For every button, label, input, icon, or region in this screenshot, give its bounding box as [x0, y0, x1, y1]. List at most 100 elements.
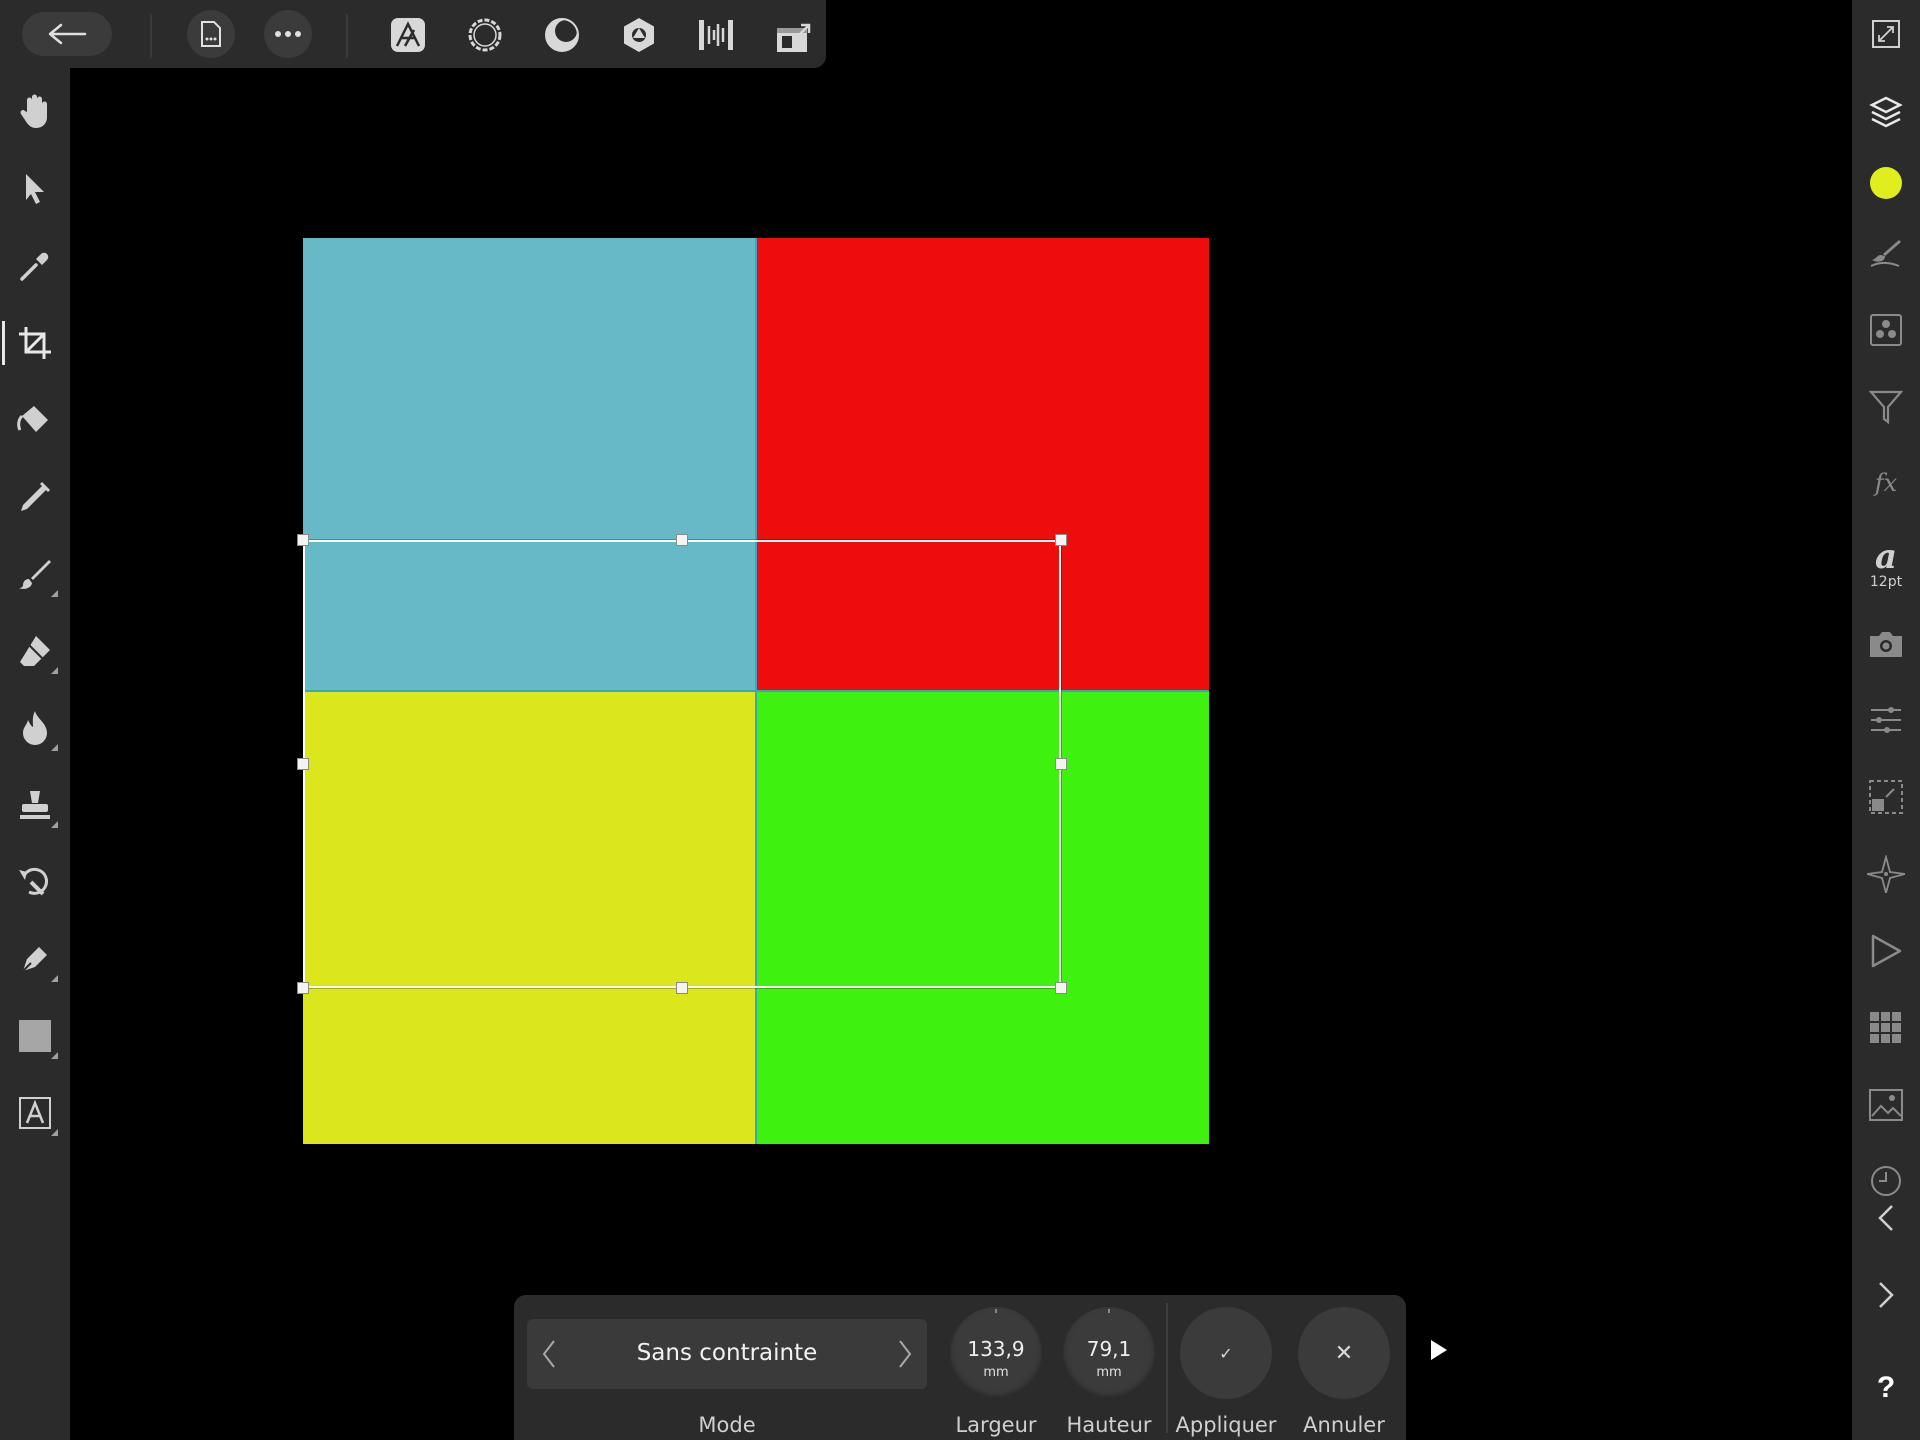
width-unit: mm	[983, 1365, 1009, 1380]
move-tool[interactable]	[8, 162, 62, 216]
document-button[interactable]	[187, 10, 235, 58]
crop-handle-bottom-right[interactable]	[1055, 982, 1067, 994]
images-button[interactable]	[1859, 1078, 1913, 1132]
more-button[interactable]	[264, 10, 312, 58]
macros-button[interactable]	[1859, 924, 1913, 978]
back-button[interactable]	[22, 12, 112, 56]
tone-mapping-persona-button[interactable]	[618, 14, 660, 56]
selection-icon	[1869, 780, 1903, 814]
effects-button[interactable]: fx	[1859, 457, 1913, 511]
snapping-button[interactable]	[1859, 1001, 1913, 1055]
compass-icon	[1867, 855, 1905, 893]
shape-tool[interactable]	[8, 1009, 62, 1063]
height-unit: mm	[1096, 1365, 1122, 1380]
undo-brush-tool[interactable]	[8, 855, 62, 909]
crop-context-toolbar: Sans contrainte Mode 133,9 mm Largeur 79…	[514, 1295, 1406, 1440]
dial-tick	[1108, 1309, 1110, 1313]
navigator-button[interactable]	[1859, 847, 1913, 901]
artistic-text-icon	[19, 1097, 51, 1129]
checkmark-icon: ✓	[1219, 1343, 1233, 1363]
selection-button[interactable]	[1859, 770, 1913, 824]
flood-fill-tool[interactable]	[8, 393, 62, 447]
fx-icon: fx	[1873, 469, 1898, 497]
more-dots-icon	[275, 31, 301, 37]
photo-persona-button[interactable]	[387, 14, 429, 56]
chevron-left-icon	[542, 1340, 555, 1368]
pen-nib-icon	[22, 947, 47, 972]
auto-arrange-button[interactable]	[772, 14, 814, 56]
crop-handle-top-right[interactable]	[1055, 534, 1067, 546]
pointer-arrow-icon	[26, 174, 44, 204]
help-icon: ?	[1876, 1371, 1896, 1404]
collapse-panel-left-button[interactable]	[1859, 1191, 1913, 1245]
mode-next-button[interactable]	[891, 1337, 919, 1371]
back-arrow-icon	[48, 23, 87, 45]
brush-stroke-icon	[1870, 240, 1901, 267]
width-label: Largeur	[955, 1413, 1037, 1437]
adjustments-button[interactable]	[1859, 380, 1913, 434]
cancel-button[interactable]: ✕	[1298, 1307, 1390, 1399]
mode-label: Mode	[698, 1413, 756, 1437]
submenu-indicator	[51, 1129, 58, 1136]
text-style-icon: a	[1875, 538, 1897, 572]
width-dial[interactable]: 133,9 mm	[950, 1307, 1042, 1399]
tools-panel	[0, 68, 70, 1440]
undo-brush-icon	[19, 867, 48, 896]
hand-tool[interactable]	[8, 84, 62, 138]
crop-handle-bottom-left[interactable]	[297, 982, 309, 994]
svg-text:fx: fx	[1873, 469, 1898, 497]
channels-button[interactable]	[1859, 303, 1913, 357]
fullscreen-button[interactable]	[1859, 7, 1913, 61]
crop-handle-left[interactable]	[297, 758, 309, 770]
eyedropper-tool[interactable]	[8, 239, 62, 293]
gradient-tool[interactable]	[8, 470, 62, 524]
crop-mode-selector[interactable]: Sans contrainte	[527, 1319, 927, 1389]
crop-handle-bottom[interactable]	[676, 982, 688, 994]
height-value: 79,1	[1086, 1337, 1132, 1361]
toolbar-divider	[346, 14, 348, 58]
mode-previous-button[interactable]	[535, 1337, 563, 1371]
brushes-button[interactable]	[1859, 226, 1913, 280]
context-bar-expand-button[interactable]	[1429, 1338, 1449, 1362]
liquify-persona-button[interactable]	[464, 14, 506, 56]
stock-button[interactable]	[1859, 617, 1913, 671]
chevron-right-icon	[1879, 1282, 1894, 1308]
grid-icon	[1870, 1012, 1901, 1043]
studio-panel: fx a 12pt ?	[1852, 0, 1920, 1440]
export-persona-icon	[699, 20, 733, 50]
crop-handle-right[interactable]	[1055, 758, 1067, 770]
height-label: Hauteur	[1066, 1413, 1152, 1437]
sliders-icon	[1871, 707, 1901, 733]
crop-selection[interactable]	[303, 540, 1061, 988]
chevron-left-icon	[1878, 1205, 1893, 1231]
hand-icon	[20, 94, 47, 128]
dodge-burn-tool[interactable]	[8, 701, 62, 755]
apply-button[interactable]: ✓	[1180, 1307, 1272, 1399]
collapse-panel-right-button[interactable]	[1859, 1268, 1913, 1322]
help-button[interactable]: ?	[1859, 1361, 1913, 1415]
clone-tool[interactable]	[8, 778, 62, 832]
height-dial[interactable]: 79,1 mm	[1063, 1307, 1155, 1399]
filter-funnel-icon	[1869, 390, 1903, 425]
color-swatch-icon	[1870, 167, 1902, 199]
text-tool[interactable]	[8, 1086, 62, 1140]
pen-tool[interactable]	[8, 932, 62, 986]
crop-handle-top[interactable]	[676, 534, 688, 546]
export-persona-button[interactable]	[695, 14, 737, 56]
crop-handle-top-left[interactable]	[297, 534, 309, 546]
eyedropper-icon	[20, 252, 49, 281]
transform-button[interactable]	[1859, 693, 1913, 747]
erase-brush-tool[interactable]	[8, 624, 62, 678]
submenu-indicator	[51, 1052, 58, 1059]
layers-button[interactable]	[1859, 85, 1913, 139]
submenu-indicator	[51, 590, 58, 597]
develop-persona-icon	[545, 18, 579, 52]
active-tool-indicator	[2, 321, 5, 365]
crop-tool[interactable]	[2, 316, 62, 370]
color-button[interactable]	[1859, 156, 1913, 210]
cancel-label: Annuler	[1303, 1413, 1385, 1437]
submenu-indicator	[51, 975, 58, 982]
document-icon	[201, 21, 221, 47]
develop-persona-button[interactable]	[541, 14, 583, 56]
paint-brush-tool[interactable]	[8, 547, 62, 601]
